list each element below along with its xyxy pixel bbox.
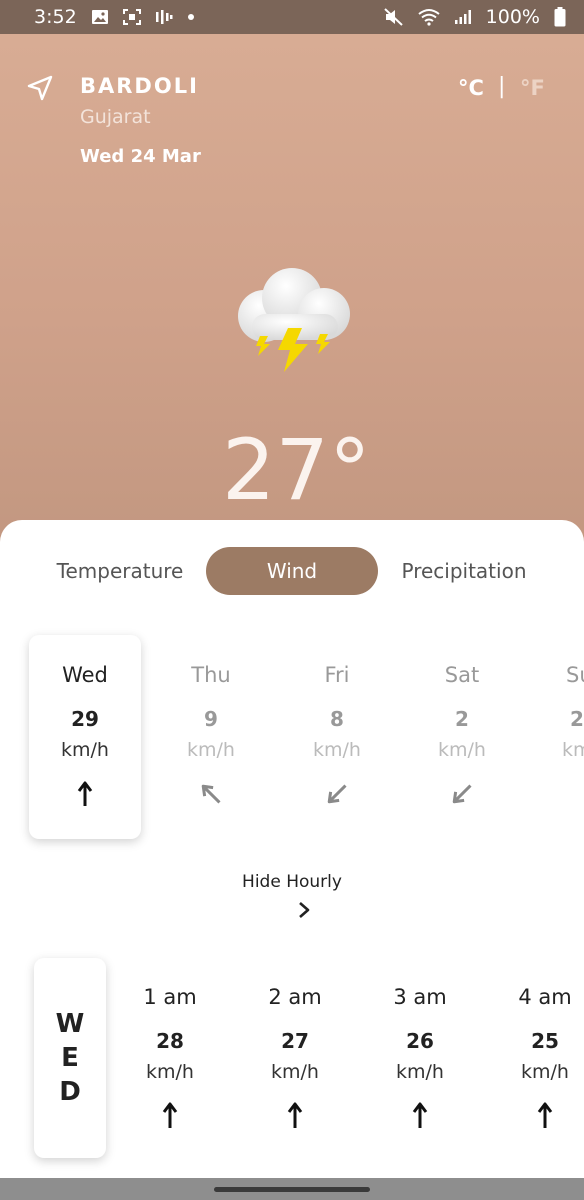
dot-icon [187,14,194,20]
day-wind-speed: 2 [455,707,469,731]
hour-wind-speed: 25 [531,1029,559,1053]
forecast-sheet: Temperature Wind Precipitation Wed 29 km… [0,520,584,1178]
hour-wind-unit: km/h [521,1061,569,1083]
day-wind-speed: 9 [204,707,218,731]
hour-card[interactable]: 2 am 27 km/h [240,980,350,1150]
day-name: Su [566,663,584,687]
region-name: Gujarat [80,106,151,128]
hour-card[interactable]: 3 am 26 km/h [365,980,475,1150]
hourly-day-label: W E D [34,958,106,1158]
mute-icon [383,8,403,26]
tab-temperature[interactable]: Temperature [40,547,200,595]
fahrenheit-toggle[interactable]: °F [520,76,545,100]
wind-direction-arrow-icon [162,1102,178,1128]
wind-direction-arrow [452,784,472,804]
battery-percent: 100% [485,6,540,28]
cell-signal-icon [454,10,471,24]
status-time: 3:52 [34,6,77,28]
hour-time: 1 am [143,985,197,1009]
wind-direction-arrow-icon [412,1102,428,1128]
hourly-day-letter: W [55,1009,85,1039]
wind-direction-arrow [201,784,221,804]
signal-app-icon [155,10,173,24]
day-card-clip: Su 2 km [532,635,584,839]
thunderstorm-cloud-icon [238,268,350,372]
hour-wind-speed: 28 [156,1029,184,1053]
wind-direction-arrow-icon [201,784,221,804]
hide-hourly-button[interactable]: Hide Hourly [0,872,584,892]
battery-icon [554,7,566,27]
wifi-icon [418,9,440,26]
hourly-day-letter: E [61,1043,79,1073]
day-wind-speed: 8 [330,707,344,731]
day-card-wed[interactable]: Wed 29 km/h [29,635,141,839]
hourly-day-letter: D [59,1077,81,1107]
day-card-sun[interactable]: Su 2 km [532,635,584,839]
location-arrow-icon[interactable] [26,74,54,102]
tab-wind[interactable]: Wind [206,547,378,595]
day-name: Sat [444,663,480,687]
wind-direction-arrow-icon [452,784,472,804]
day-card-thu[interactable]: Thu 9 km/h [155,635,267,839]
wind-direction-arrow-icon [537,1102,553,1128]
hour-wind-unit: km/h [146,1061,194,1083]
hour-wind-speed: 26 [406,1029,434,1053]
day-wind-unit: km/h [187,739,235,761]
city-name: BARDOLI [80,74,199,98]
day-name: Fri [324,663,350,687]
wind-direction-arrow-icon [287,1102,303,1128]
hour-wind-unit: km/h [271,1061,319,1083]
day-name: Thu [191,663,231,687]
day-wind-unit: km/h [61,739,109,761]
chevron-right-icon[interactable] [294,900,314,920]
hour-time: 2 am [268,985,322,1009]
day-wind-unit: km [562,739,584,761]
tab-precipitation[interactable]: Precipitation [384,547,544,595]
wind-direction-arrow-icon [327,784,347,804]
hour-card[interactable]: 4 am 25 km/h [490,980,584,1150]
day-wind-speed: 29 [71,707,99,731]
day-card-sat[interactable]: Sat 2 km/h [406,635,518,839]
day-wind-speed: 2 [570,707,584,731]
home-gesture-handle[interactable] [214,1187,370,1192]
system-navigation-bar [0,1178,584,1200]
hour-time: 3 am [393,985,447,1009]
wind-direction-arrow [327,784,347,804]
celsius-toggle[interactable]: °C [458,76,484,100]
day-card-fri[interactable]: Fri 8 km/h [281,635,393,839]
hour-card[interactable]: 1 am 28 km/h [115,980,225,1150]
status-bar: 3:52 100% [0,0,584,34]
hour-time: 4 am [518,985,572,1009]
wind-direction-arrow [77,781,93,806]
screenshot-icon [122,9,141,25]
current-weather-panel: BARDOLI Gujarat Wed 24 Mar °C | °F 27° [0,34,584,554]
hour-wind-unit: km/h [396,1061,444,1083]
day-name: Wed [62,663,108,687]
wind-direction-arrow-icon [77,781,93,806]
day-wind-unit: km/h [438,739,486,761]
unit-separator: | [498,74,506,99]
day-wind-unit: km/h [313,739,361,761]
current-date: Wed 24 Mar [80,146,201,167]
current-temperature: 27° [222,421,371,519]
hour-wind-speed: 27 [281,1029,309,1053]
gallery-icon [91,10,108,24]
